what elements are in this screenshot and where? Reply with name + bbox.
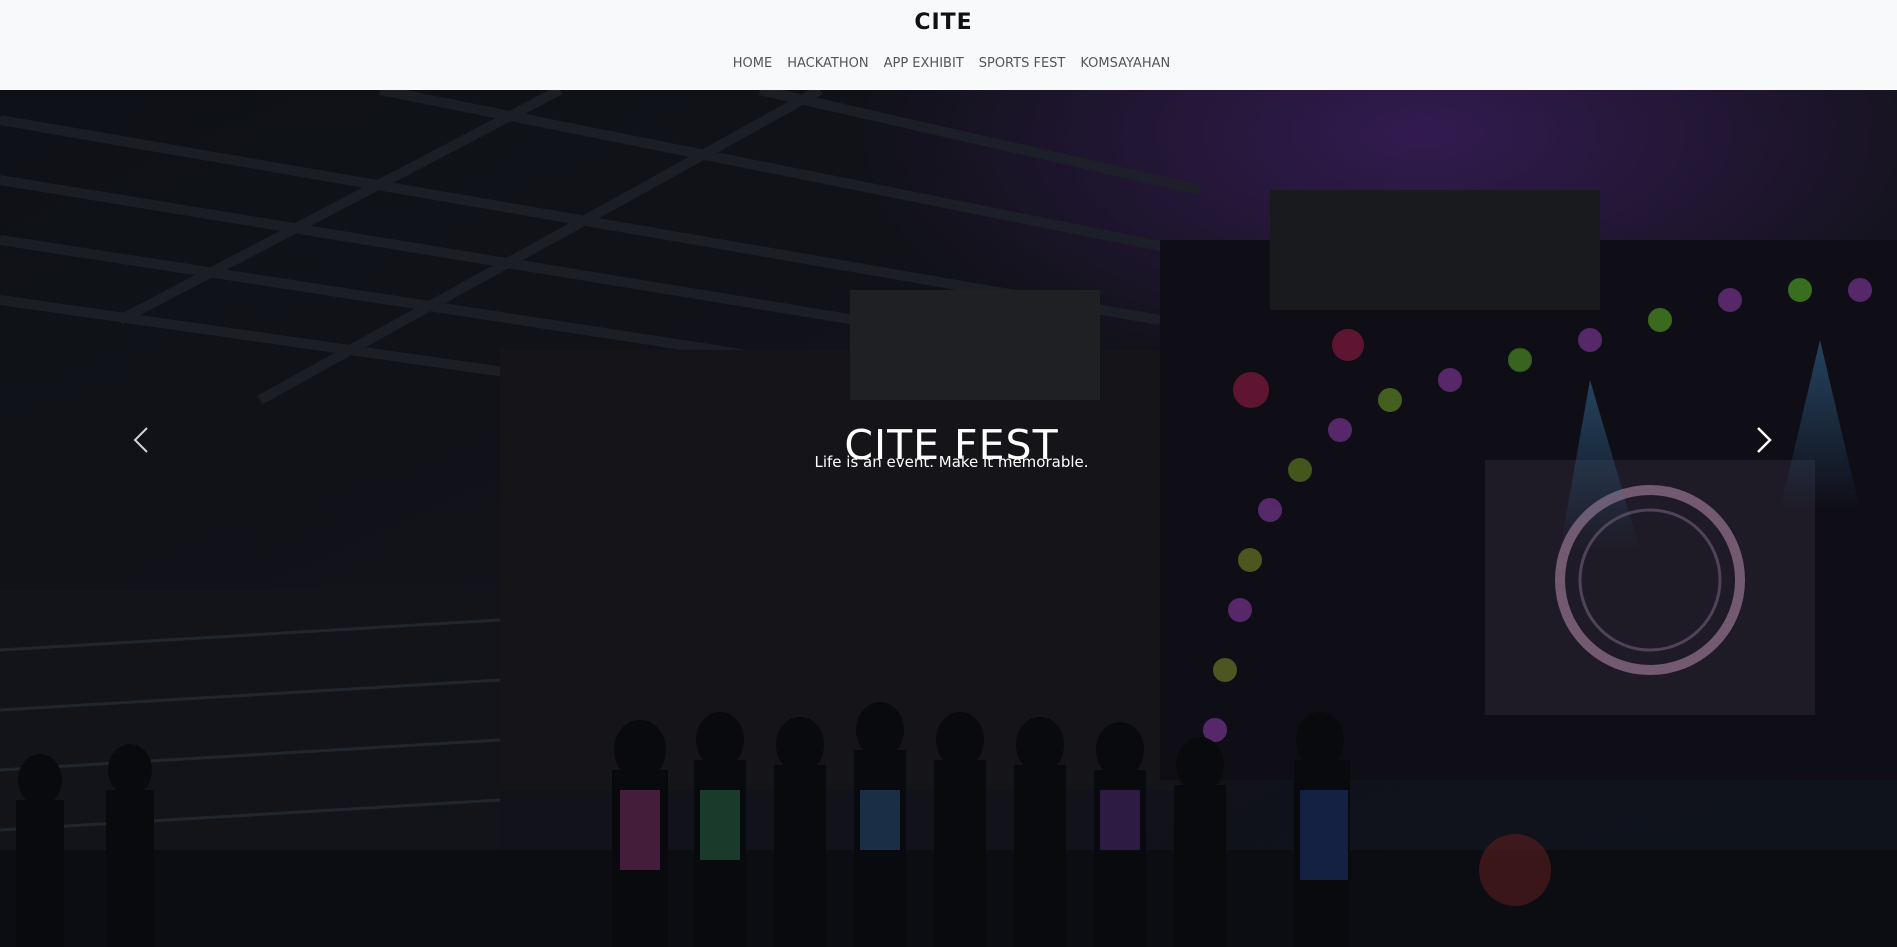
hero-carousel: CITE FEST Life is an event. Make it memo…	[0, 90, 1897, 947]
nav-item-komsayahan[interactable]: KOMSAYAHAN	[1080, 55, 1170, 73]
hero-subtitle: Life is an event. Make it memorable.	[814, 453, 1089, 471]
carousel-next-button[interactable]	[1742, 420, 1782, 460]
nav-item-home[interactable]: HOME	[733, 55, 772, 73]
hero-overlay	[0, 90, 1897, 947]
chevron-left-icon	[133, 427, 148, 453]
chevron-right-icon	[1757, 427, 1772, 453]
nav-item-app-exhibit[interactable]: APP EXHIBIT	[884, 55, 964, 73]
main-nav: HOME HACKATHON APP EXHIBIT SPORTS FEST K…	[0, 55, 1897, 73]
nav-item-hackathon[interactable]: HACKATHON	[787, 55, 868, 73]
nav-item-sports-fest[interactable]: SPORTS FEST	[979, 55, 1066, 73]
carousel-prev-button[interactable]	[123, 420, 163, 460]
site-brand[interactable]: CITE	[0, 10, 1887, 35]
site-header: CITE HOME HACKATHON APP EXHIBIT SPORTS F…	[0, 0, 1897, 90]
